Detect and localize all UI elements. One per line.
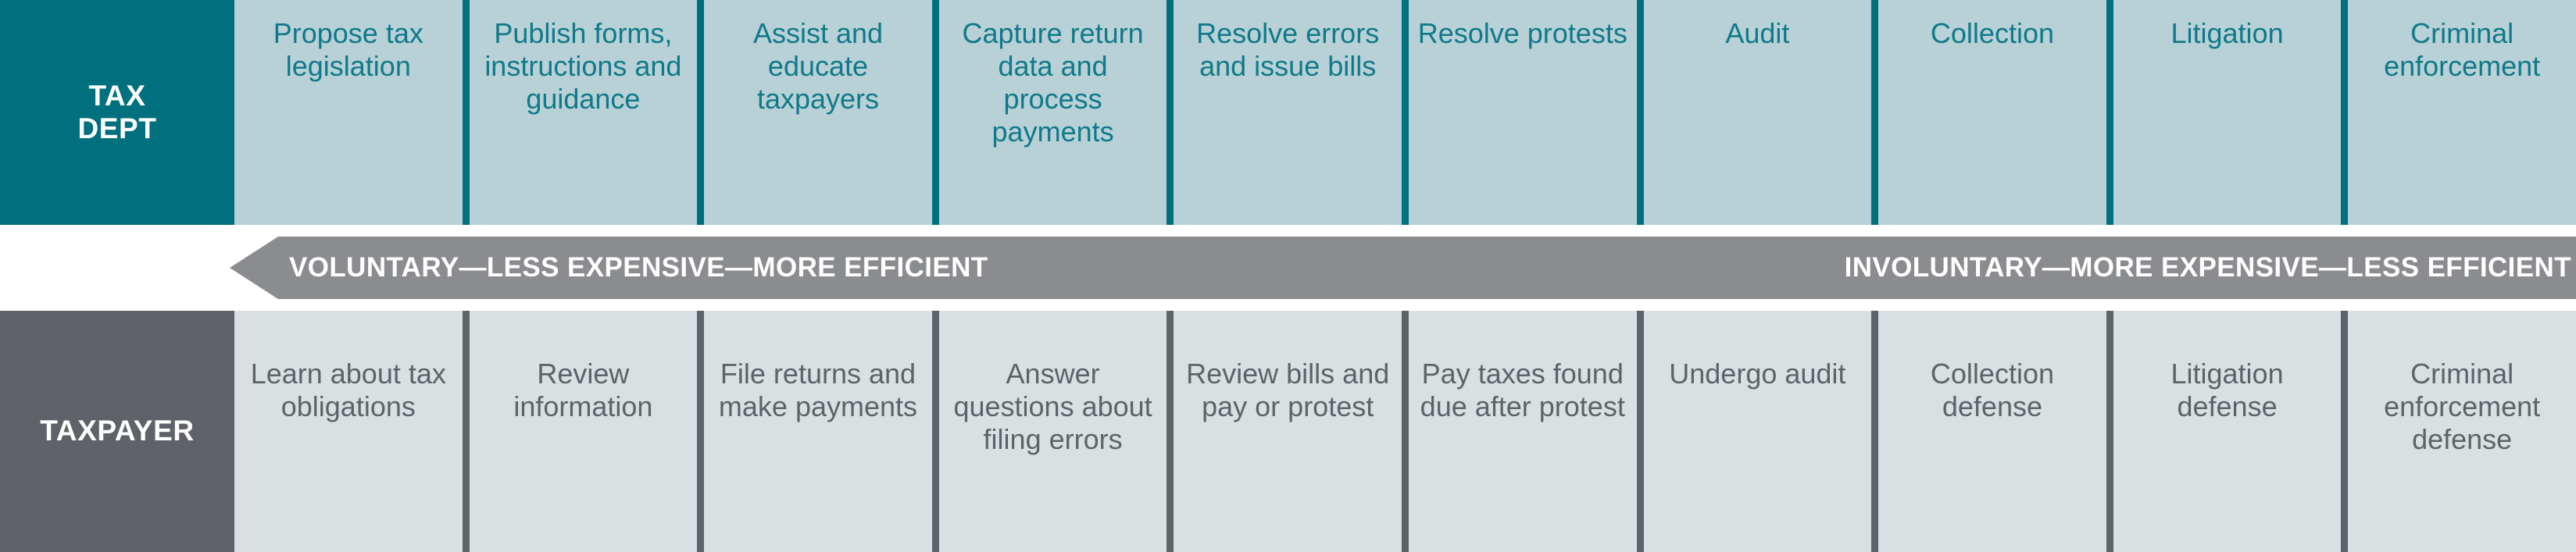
tax-dept-cell-label: Resolve protests	[1417, 17, 1627, 49]
taxpayer-cell-label: Undergo audit	[1669, 358, 1846, 390]
tax-dept-cell[interactable]: Criminal enforcement	[2341, 0, 2576, 225]
tax-dept-cell-label: Resolve errors and issue bills	[1196, 17, 1380, 83]
taxpayer-cell-label: Review bills and pay or protest	[1186, 358, 1390, 423]
arrow-label-involuntary: INVOLUNTARY—MORE EXPENSIVE—LESS EFFICIEN…	[1844, 252, 2571, 283]
tax-dept-cell[interactable]: Audit	[1636, 0, 1872, 225]
tax-dept-cell-label: Propose tax legislation	[273, 17, 423, 83]
tax-dept-cell-label: Collection	[1930, 17, 2054, 49]
taxpayer-cell[interactable]: File returns and make payments	[697, 311, 932, 552]
tax-dept-cell-label: Publish forms, instructions and guidance	[484, 17, 682, 116]
tax-dept-cell-label: Criminal enforcement	[2384, 17, 2541, 83]
tax-dept-cell-label: Audit	[1725, 17, 1790, 49]
tax-dept-cell[interactable]: Resolve errors and issue bills	[1167, 0, 1402, 225]
tax-dept-cell-label: Assist and educate taxpayers	[752, 17, 884, 116]
taxpayer-cell[interactable]: Litigation defense	[2106, 311, 2342, 552]
taxpayer-row-label: TAXPAYER	[0, 311, 234, 552]
taxpayer-cell[interactable]: Undergo audit	[1636, 311, 1872, 552]
tax-dept-cell[interactable]: Resolve protests	[1401, 0, 1637, 225]
taxpayer-cell[interactable]: Answer questions about filing errors	[931, 311, 1167, 552]
taxpayer-cell-label: Answer questions about filing errors	[953, 358, 1152, 456]
taxpayer-cell-label: File returns and make payments	[718, 358, 918, 423]
tax-dept-row-label: TAX DEPT	[0, 0, 234, 225]
taxpayer-cell-label: Litigation defense	[2170, 358, 2284, 423]
taxpayer-cells: Learn about tax obligations Review infor…	[234, 311, 2576, 552]
tax-dept-row: TAX DEPT Propose tax legislation Publish…	[0, 0, 2576, 225]
taxpayer-cell-label: Review information	[513, 358, 653, 423]
tax-dept-cell-label: Litigation	[2170, 17, 2284, 49]
tax-dept-cells: Propose tax legislation Publish forms, i…	[234, 0, 2576, 225]
taxpayer-row: TAXPAYER Learn about tax obligations Rev…	[0, 311, 2576, 552]
arrow-label-voluntary: VOLUNTARY—LESS EXPENSIVE—MORE EFFICIENT	[289, 252, 988, 283]
taxpayer-cell-label: Collection defense	[1930, 358, 2054, 423]
tax-dept-cell-label: Capture return data and process payments	[962, 17, 1144, 148]
taxpayer-cell-label: Criminal enforcement defense	[2384, 358, 2541, 456]
taxpayer-cell[interactable]: Review bills and pay or protest	[1167, 311, 1402, 552]
tax-dept-cell[interactable]: Propose tax legislation	[234, 0, 463, 225]
tax-dept-cell[interactable]: Assist and educate taxpayers	[697, 0, 932, 225]
continuum-arrow-labels: VOLUNTARY—LESS EXPENSIVE—MORE EFFICIENT …	[230, 237, 2576, 299]
taxpayer-cell[interactable]: Review information	[462, 311, 698, 552]
continuum-arrow-banner: VOLUNTARY—LESS EXPENSIVE—MORE EFFICIENT …	[0, 237, 2576, 299]
taxpayer-cell-label: Learn about tax obligations	[250, 358, 446, 423]
taxpayer-cell-label: Pay taxes found due after protest	[1420, 358, 1625, 423]
taxpayer-cell[interactable]: Learn about tax obligations	[234, 311, 463, 552]
taxpayer-cell[interactable]: Pay taxes found due after protest	[1401, 311, 1637, 552]
tax-dept-cell[interactable]: Publish forms, instructions and guidance	[462, 0, 698, 225]
tax-dept-label-line-1: TAX	[88, 79, 146, 112]
tax-dept-cell[interactable]: Capture return data and process payments	[931, 0, 1167, 225]
taxpayer-label-text: TAXPAYER	[40, 415, 195, 447]
taxpayer-cell[interactable]: Collection defense	[1871, 311, 2106, 552]
tax-dept-label-line-2: DEPT	[77, 112, 157, 144]
tax-dept-cell[interactable]: Collection	[1871, 0, 2106, 225]
tax-process-continuum-diagram: TAX DEPT Propose tax legislation Publish…	[0, 0, 2576, 552]
taxpayer-cell[interactable]: Criminal enforcement defense	[2341, 311, 2576, 552]
tax-dept-cell[interactable]: Litigation	[2106, 0, 2342, 225]
